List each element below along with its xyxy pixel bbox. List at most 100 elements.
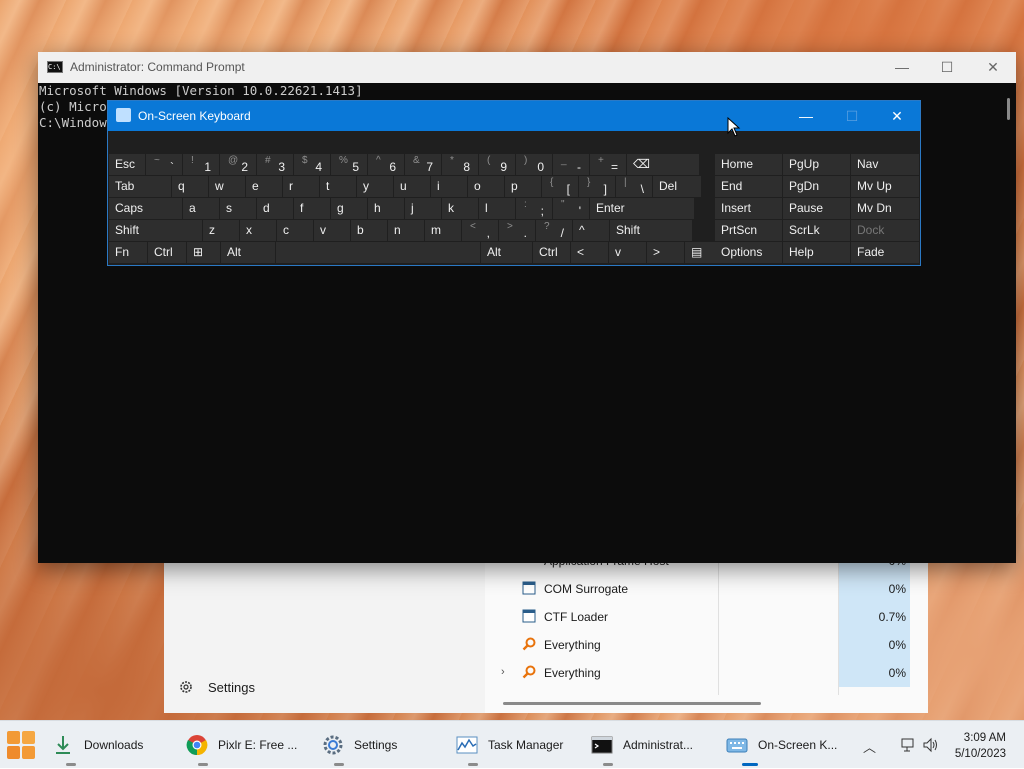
- key-0-13[interactable]: + =: [590, 154, 626, 175]
- key-mv-up[interactable]: Mv Up: [851, 176, 919, 197]
- key-alt[interactable]: Alt: [221, 242, 275, 263]
- cmd-title-bar[interactable]: C:\ Administrator: Command Prompt — ☐ ✕: [38, 52, 1016, 83]
- taskbar-app-chrome[interactable]: Pixlr E: Free ...: [186, 721, 297, 769]
- key-end[interactable]: End: [715, 176, 782, 197]
- key-fn[interactable]: Fn: [109, 242, 147, 263]
- key-w[interactable]: w: [209, 176, 245, 197]
- key-p[interactable]: p: [505, 176, 541, 197]
- key-1-13[interactable]: | \: [616, 176, 652, 197]
- key-ctrl[interactable]: Ctrl: [533, 242, 570, 263]
- key-4-9[interactable]: >: [647, 242, 684, 263]
- key-tab[interactable]: Tab: [109, 176, 171, 197]
- key-2-10[interactable]: :;: [516, 198, 552, 219]
- key-7[interactable]: & 7: [405, 154, 441, 175]
- key-q[interactable]: q: [172, 176, 208, 197]
- key-esc[interactable]: Esc: [109, 154, 145, 175]
- key-4[interactable]: $4: [294, 154, 330, 175]
- nav-item-settings[interactable]: Settings: [178, 679, 255, 695]
- maximize-button[interactable]: ☐: [924, 52, 970, 83]
- key-pause[interactable]: Pause: [783, 198, 850, 219]
- key-del[interactable]: Del: [653, 176, 701, 197]
- key-s[interactable]: s: [220, 198, 256, 219]
- key-prtscn[interactable]: PrtScn: [715, 220, 782, 241]
- key-insert[interactable]: Insert: [715, 198, 782, 219]
- key-c[interactable]: c: [277, 220, 313, 241]
- key-caps[interactable]: Caps: [109, 198, 182, 219]
- key-3-8[interactable]: <,: [462, 220, 498, 241]
- horizontal-scrollbar[interactable]: [503, 702, 761, 705]
- key-0-1[interactable]: ~ `: [146, 154, 182, 175]
- key-nav[interactable]: Nav: [851, 154, 919, 175]
- process-row[interactable]: › Everything 0%: [485, 659, 928, 687]
- on-screen-keyboard-window[interactable]: On-Screen Keyboard — ☐ ✕ Esc ~ `! 1 @2 #3 $4% 5…: [107, 100, 921, 266]
- chevron-up-icon[interactable]: ︿: [863, 737, 876, 756]
- taskbar-app-task-manager[interactable]: Task Manager: [456, 721, 563, 769]
- key-3-10[interactable]: ? /: [536, 220, 572, 241]
- key-g[interactable]: g: [331, 198, 367, 219]
- start-button[interactable]: [6, 721, 36, 769]
- network-icon[interactable]: [900, 737, 916, 753]
- key-1-12[interactable]: }]: [579, 176, 615, 197]
- key-0[interactable]: ) 0: [516, 154, 552, 175]
- taskbar-app-keyboard[interactable]: On-Screen K...: [726, 721, 837, 769]
- key-v[interactable]: v: [609, 242, 646, 263]
- process-row[interactable]: COM Surrogate 0%: [485, 575, 928, 603]
- key-x[interactable]: x: [240, 220, 276, 241]
- key-9[interactable]: (9: [479, 154, 515, 175]
- key-0-14[interactable]: ⌫: [627, 154, 699, 175]
- close-button[interactable]: ✕: [970, 52, 1016, 83]
- key-6[interactable]: ^ 6: [368, 154, 404, 175]
- key-home[interactable]: Home: [715, 154, 782, 175]
- key-1-11[interactable]: {[: [542, 176, 578, 197]
- key-0-12[interactable]: _ -: [553, 154, 589, 175]
- key-options[interactable]: Options: [715, 242, 782, 263]
- key-shift[interactable]: Shift: [109, 220, 202, 241]
- key-4-2[interactable]: ⊞: [187, 242, 220, 263]
- key-j[interactable]: j: [405, 198, 441, 219]
- vertical-scrollbar[interactable]: [1007, 98, 1010, 120]
- key-fade[interactable]: Fade: [851, 242, 919, 263]
- key-mv-dn[interactable]: Mv Dn: [851, 198, 919, 219]
- key-1[interactable]: ! 1: [183, 154, 219, 175]
- key-f[interactable]: f: [294, 198, 330, 219]
- key-alt[interactable]: Alt: [481, 242, 532, 263]
- key-t[interactable]: t: [320, 176, 356, 197]
- clock[interactable]: 3:09 AM 5/10/2023: [955, 730, 1006, 762]
- minimize-button[interactable]: —: [879, 52, 925, 83]
- key-pgdn[interactable]: PgDn: [783, 176, 850, 197]
- key-l[interactable]: l: [479, 198, 515, 219]
- key-ctrl[interactable]: Ctrl: [148, 242, 186, 263]
- key-b[interactable]: b: [351, 220, 387, 241]
- key-u[interactable]: u: [394, 176, 430, 197]
- key-i[interactable]: i: [431, 176, 467, 197]
- key-help[interactable]: Help: [783, 242, 850, 263]
- key-d[interactable]: d: [257, 198, 293, 219]
- key-2-11[interactable]: " ': [553, 198, 589, 219]
- process-row[interactable]: CTF Loader 0.7%: [485, 603, 928, 631]
- key-scrlk[interactable]: ScrLk: [783, 220, 850, 241]
- key-n[interactable]: n: [388, 220, 424, 241]
- minimize-button[interactable]: —: [783, 101, 829, 131]
- process-row[interactable]: Everything 0%: [485, 631, 928, 659]
- key-o[interactable]: o: [468, 176, 504, 197]
- key-r[interactable]: r: [283, 176, 319, 197]
- expand-chevron-icon[interactable]: ›: [501, 666, 511, 678]
- key-2[interactable]: @2: [220, 154, 256, 175]
- key-8[interactable]: * 8: [442, 154, 478, 175]
- taskbar-app-gear[interactable]: Settings: [322, 721, 397, 769]
- key-shift[interactable]: Shift: [610, 220, 692, 241]
- key-z[interactable]: z: [203, 220, 239, 241]
- speaker-icon[interactable]: [922, 737, 940, 753]
- key-pgup[interactable]: PgUp: [783, 154, 850, 175]
- key-v[interactable]: v: [314, 220, 350, 241]
- close-button[interactable]: ✕: [874, 101, 920, 131]
- key-space[interactable]: [276, 242, 480, 263]
- taskbar-app-download[interactable]: Downloads: [52, 721, 143, 769]
- key-k[interactable]: k: [442, 198, 478, 219]
- key-a[interactable]: a: [183, 198, 219, 219]
- key-h[interactable]: h: [368, 198, 404, 219]
- key-4-7[interactable]: <: [571, 242, 608, 263]
- key-m[interactable]: m: [425, 220, 461, 241]
- key-e[interactable]: e: [246, 176, 282, 197]
- key-3[interactable]: #3: [257, 154, 293, 175]
